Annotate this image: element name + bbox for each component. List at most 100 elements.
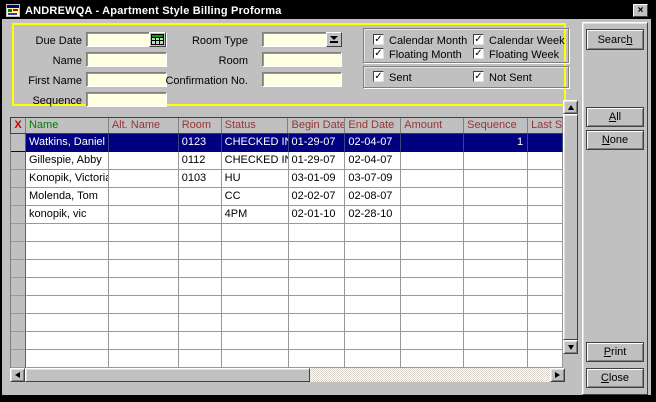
cell-last-sent[interactable] <box>528 224 563 242</box>
column-header-sequence[interactable]: Sequence <box>464 118 528 133</box>
cell-amount[interactable] <box>401 134 464 152</box>
row-selector[interactable] <box>11 242 26 260</box>
cell-sequence[interactable] <box>464 350 528 368</box>
cell-end-date[interactable] <box>345 242 401 260</box>
cell-sequence[interactable] <box>464 152 528 170</box>
cell-room[interactable] <box>179 350 222 368</box>
cell-status[interactable] <box>222 224 289 242</box>
cell-begin-date[interactable] <box>289 278 346 296</box>
cell-amount[interactable] <box>401 188 464 206</box>
cell-end-date[interactable] <box>345 224 401 242</box>
cell-end-date[interactable]: 03-07-09 <box>345 170 401 188</box>
cell-end-date[interactable]: 02-28-10 <box>345 206 401 224</box>
not-sent-checkbox[interactable]: ✓ <box>473 71 484 82</box>
cell-last-sent[interactable] <box>528 314 563 332</box>
cell-room[interactable] <box>179 278 222 296</box>
cell-room[interactable] <box>179 260 222 278</box>
column-header-alt-name[interactable]: Alt. Name <box>109 118 179 133</box>
grid-row[interactable]: Gillespie, Abby0112CHECKED IN01-29-0702-… <box>11 152 563 170</box>
row-selector[interactable] <box>11 134 26 152</box>
cell-begin-date[interactable] <box>289 350 346 368</box>
close-button[interactable]: × <box>633 4 648 17</box>
cell-name[interactable] <box>26 224 109 242</box>
cell-begin-date[interactable] <box>289 224 346 242</box>
cell-amount[interactable] <box>401 242 464 260</box>
cell-status[interactable]: CHECKED IN <box>222 134 289 152</box>
sent-checkbox[interactable]: ✓ <box>373 71 384 82</box>
row-selector[interactable] <box>11 188 26 206</box>
cell-name[interactable]: konopik, vic <box>26 206 109 224</box>
cell-end-date[interactable]: 02-04-07 <box>345 134 401 152</box>
cell-alt-name[interactable] <box>109 206 179 224</box>
cell-amount[interactable] <box>401 278 464 296</box>
cell-status[interactable]: CC <box>222 188 289 206</box>
cell-name[interactable]: Watkins, Daniel <box>26 134 109 152</box>
cell-room[interactable]: 0112 <box>179 152 222 170</box>
cell-room[interactable] <box>179 206 222 224</box>
cell-end-date[interactable] <box>345 296 401 314</box>
cell-amount[interactable] <box>401 314 464 332</box>
first-name-input[interactable] <box>86 72 167 87</box>
calendar-button[interactable] <box>149 32 166 47</box>
cell-status[interactable] <box>222 350 289 368</box>
cell-room[interactable] <box>179 314 222 332</box>
calendar-week-checkbox[interactable]: ✓ <box>473 34 484 45</box>
cell-sequence[interactable]: 1 <box>464 134 528 152</box>
cell-alt-name[interactable] <box>109 296 179 314</box>
scroll-right-button[interactable] <box>550 368 565 382</box>
cell-last-sent[interactable] <box>528 152 563 170</box>
cell-last-sent[interactable] <box>528 170 563 188</box>
grid-row-empty[interactable] <box>11 296 563 314</box>
confirmation-no-input[interactable] <box>262 72 342 87</box>
cell-end-date[interactable]: 02-08-07 <box>345 188 401 206</box>
search-button[interactable]: Search <box>586 29 644 50</box>
cell-alt-name[interactable] <box>109 224 179 242</box>
cell-name[interactable] <box>26 296 109 314</box>
cell-sequence[interactable] <box>464 206 528 224</box>
cell-last-sent[interactable] <box>528 296 563 314</box>
cell-status[interactable] <box>222 332 289 350</box>
cell-begin-date[interactable]: 03-01-09 <box>289 170 346 188</box>
cell-alt-name[interactable] <box>109 242 179 260</box>
horizontal-scroll-thumb[interactable] <box>25 368 310 382</box>
grid-row[interactable]: Molenda, TomCC02-02-0702-08-07 <box>11 188 563 206</box>
row-selector[interactable] <box>11 332 26 350</box>
cell-last-sent[interactable] <box>528 278 563 296</box>
cell-last-sent[interactable] <box>528 188 563 206</box>
cell-begin-date[interactable]: 02-01-10 <box>289 206 346 224</box>
cell-begin-date[interactable] <box>289 260 346 278</box>
cell-alt-name[interactable] <box>109 332 179 350</box>
cell-sequence[interactable] <box>464 296 528 314</box>
cell-alt-name[interactable] <box>109 134 179 152</box>
cell-status[interactable]: 4PM <box>222 206 289 224</box>
cell-name[interactable] <box>26 350 109 368</box>
cell-last-sent[interactable] <box>528 242 563 260</box>
cell-last-sent[interactable] <box>528 260 563 278</box>
cell-begin-date[interactable] <box>289 296 346 314</box>
cell-sequence[interactable] <box>464 224 528 242</box>
row-selector[interactable] <box>11 224 26 242</box>
cell-alt-name[interactable] <box>109 314 179 332</box>
row-selector[interactable] <box>11 260 26 278</box>
cell-sequence[interactable] <box>464 242 528 260</box>
column-header-end-date[interactable]: End Date <box>345 118 401 133</box>
cell-alt-name[interactable] <box>109 260 179 278</box>
row-selector[interactable] <box>11 296 26 314</box>
cell-alt-name[interactable] <box>109 170 179 188</box>
cell-end-date[interactable] <box>345 314 401 332</box>
cell-name[interactable]: Konopik, Victoria <box>26 170 109 188</box>
cell-room[interactable] <box>179 296 222 314</box>
cell-end-date[interactable] <box>345 350 401 368</box>
cell-alt-name[interactable] <box>109 278 179 296</box>
column-header-status[interactable]: Status <box>222 118 289 133</box>
cell-status[interactable] <box>222 242 289 260</box>
cell-end-date[interactable] <box>345 278 401 296</box>
cell-name[interactable] <box>26 260 109 278</box>
cell-amount[interactable] <box>401 152 464 170</box>
cell-sequence[interactable] <box>464 332 528 350</box>
grid-row-empty[interactable] <box>11 260 563 278</box>
grid-row[interactable]: Watkins, Daniel0123CHECKED IN01-29-0702-… <box>11 134 563 152</box>
cell-amount[interactable] <box>401 170 464 188</box>
cell-amount[interactable] <box>401 332 464 350</box>
print-button[interactable]: Print <box>586 342 644 362</box>
